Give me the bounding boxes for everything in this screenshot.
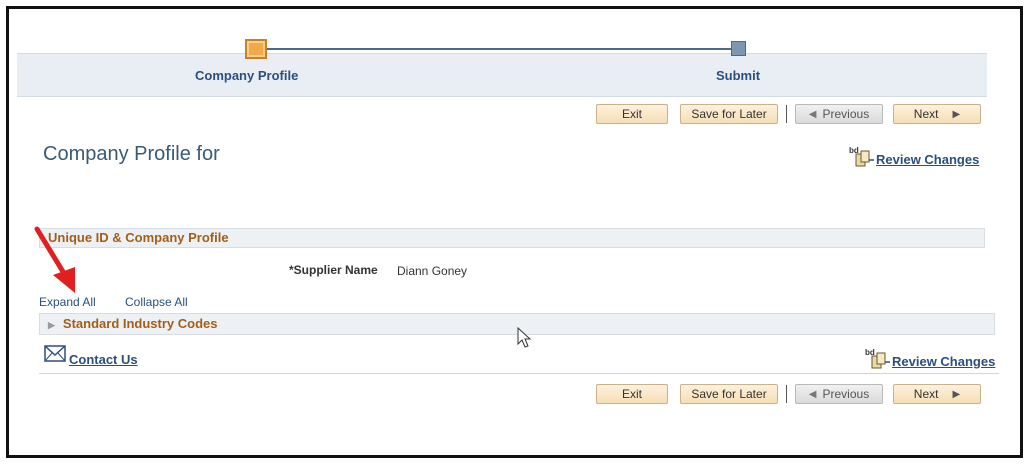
next-label: Next [913, 107, 939, 121]
progress-line [256, 48, 736, 50]
standard-industry-codes-label: Standard Industry Codes [62, 316, 218, 331]
mouse-cursor-icon [517, 327, 532, 348]
supplier-name-value: Diann Goney [397, 264, 468, 278]
collapse-all-link[interactable]: Collapse All [125, 295, 188, 309]
next-button[interactable]: Next ▶ [893, 104, 981, 124]
chevron-right-icon: ▶ [952, 108, 961, 120]
review-changes-label: Review Changes [876, 152, 980, 167]
exit-button[interactable]: Exit [596, 104, 668, 124]
review-changes-icon: bd [849, 146, 874, 167]
expand-triangle-icon: ▶ [48, 320, 55, 330]
progress-train [17, 53, 987, 97]
page-title: Company Profile for [43, 143, 220, 165]
step-submit-label[interactable]: Submit [716, 68, 760, 83]
save-for-later-button[interactable]: Save for Later [680, 104, 778, 124]
screenshot-frame: Company Profile Submit Exit Save for Lat… [6, 6, 1023, 458]
review-changes-link-bottom[interactable]: bd Review Changes [865, 347, 995, 369]
supplier-name-label: *Supplier Name [289, 263, 378, 277]
previous-button-bottom[interactable]: ◀ Previous [795, 384, 883, 404]
previous-label-bottom: Previous [822, 387, 870, 401]
previous-button[interactable]: ◀ Previous [795, 104, 883, 124]
top-toolbar: Exit Save for Later ◀ Previous Next ▶ [596, 103, 981, 125]
save-for-later-button-bottom[interactable]: Save for Later [680, 384, 778, 404]
step-submit-marker[interactable] [731, 41, 746, 56]
toolbar-separator [786, 385, 787, 403]
unique-id-section-header: Unique ID & Company Profile [39, 228, 985, 248]
step-company-profile-label[interactable]: Company Profile [195, 68, 298, 83]
next-button-bottom[interactable]: Next ▶ [893, 384, 981, 404]
red-arrow-annotation-icon [34, 226, 75, 293]
review-changes-icon: bd [865, 348, 890, 369]
envelope-icon [44, 345, 66, 362]
chevron-right-icon: ▶ [952, 388, 961, 400]
exit-button-bottom[interactable]: Exit [596, 384, 668, 404]
review-changes-link-top[interactable]: bd Review Changes [849, 145, 979, 167]
step-company-profile-marker[interactable] [245, 39, 267, 59]
contact-us-link[interactable]: Contact Us [43, 343, 138, 367]
previous-label: Previous [822, 107, 870, 121]
bottom-toolbar: Exit Save for Later ◀ Previous Next ▶ [596, 383, 981, 405]
contact-us-label: Contact Us [69, 352, 138, 367]
chevron-left-icon: ◀ [808, 388, 817, 400]
footer-divider [39, 373, 999, 374]
toolbar-separator [786, 105, 787, 123]
chevron-left-icon: ◀ [808, 108, 817, 120]
review-changes-label-bottom: Review Changes [892, 354, 996, 369]
next-label-bottom: Next [913, 387, 939, 401]
